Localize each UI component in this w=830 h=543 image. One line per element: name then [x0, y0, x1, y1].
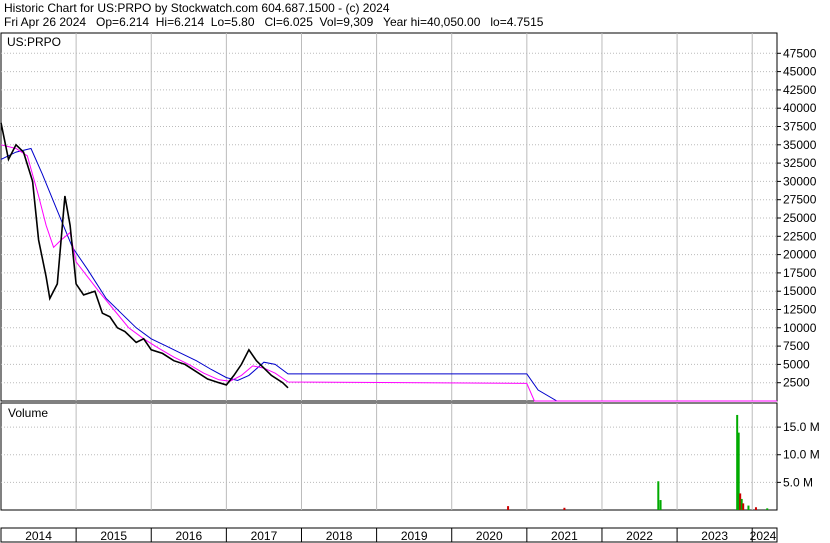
price-y-tick-label: 2500	[783, 376, 810, 390]
volume-bar	[563, 507, 566, 510]
volume-bar	[742, 503, 745, 510]
price-panel	[0, 32, 778, 402]
x-axis-label: 2017	[251, 529, 278, 543]
volume-bar	[754, 507, 757, 510]
symbol-label: US:PRPO	[7, 35, 61, 49]
x-axis-label: 2016	[175, 529, 202, 543]
price-y-tick-label: 30000	[783, 174, 817, 188]
price-y-tick-label: 32500	[783, 156, 817, 170]
price-y-tick-label: 45000	[783, 65, 817, 79]
price-y-tick-label: 40000	[783, 101, 817, 115]
volume-bar	[659, 500, 662, 510]
price-y-tick-label: 10000	[783, 321, 817, 335]
volume-panel	[0, 402, 778, 511]
historic-chart: 2500 5000 7500 10000 12500 15000 17500 20000 225…	[0, 32, 820, 543]
price-y-tick-label: 42500	[783, 83, 817, 97]
price-y-tick-label: 5000	[783, 357, 810, 371]
volume-bar	[766, 508, 769, 510]
x-axis-label: 2019	[401, 529, 428, 543]
x-axis-label: 2015	[100, 529, 127, 543]
x-axis-label: 2021	[551, 529, 578, 543]
price-y-tick-label: 47500	[783, 46, 817, 60]
volume-y-tick-label: 5.0 M	[783, 475, 813, 489]
price-y-tick-label: 37500	[783, 120, 817, 134]
price-y-tick-label: 25000	[783, 211, 817, 225]
price-y-tick-label: 27500	[783, 193, 817, 207]
price-y-tick-label: 35000	[783, 138, 817, 152]
price-y-tick-label: 7500	[783, 339, 810, 353]
volume-axis-ticks: 5.0 M 10.0 M 15.0 M	[777, 420, 820, 489]
price-y-tick-label: 22500	[783, 229, 817, 243]
price-y-tick-label: 15000	[783, 284, 817, 298]
price-y-tick-label: 20000	[783, 248, 817, 262]
volume-label: Volume	[8, 406, 48, 420]
volume-bar	[507, 506, 510, 510]
x-axis-label: 2018	[326, 529, 353, 543]
volume-bar	[657, 481, 660, 510]
x-axis-label: 2024	[750, 529, 777, 543]
volume-bar	[747, 505, 750, 510]
x-axis-label: 2022	[626, 529, 653, 543]
price-y-tick-label: 12500	[783, 303, 817, 317]
x-axis-label: 2023	[701, 529, 728, 543]
price-y-tick-label: 17500	[783, 266, 817, 280]
volume-y-tick-label: 10.0 M	[783, 448, 820, 462]
x-axis-label: 2020	[476, 529, 503, 543]
x-axis-label: 2014	[25, 529, 52, 543]
volume-y-tick-label: 15.0 M	[783, 420, 820, 434]
price-axis-ticks: 2500 5000 7500 10000 12500 15000 17500 20000 225…	[777, 46, 817, 390]
